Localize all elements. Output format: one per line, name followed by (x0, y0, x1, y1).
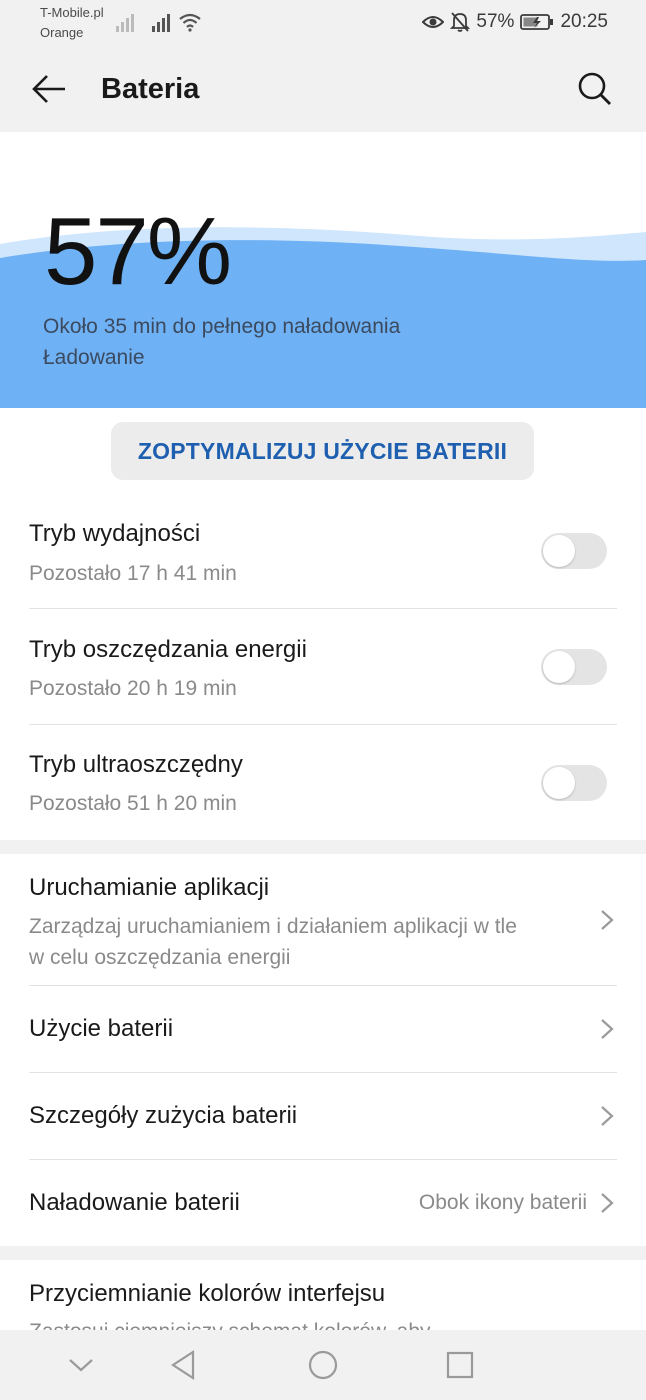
battery-charging-icon (520, 13, 554, 31)
search-icon (578, 72, 611, 105)
toggle-knob (543, 651, 575, 683)
hide-navbar-button[interactable] (64, 1348, 98, 1382)
square-recents-icon (446, 1351, 474, 1379)
battery-percentage-row[interactable]: Naładowanie baterii Obok ikony baterii (29, 1160, 617, 1246)
circle-home-icon (308, 1350, 338, 1380)
clock: 20:25 (560, 11, 608, 32)
page-title: Bateria (101, 73, 200, 105)
row-subtitle: Pozostało 51 h 20 min (29, 792, 237, 815)
app-launch-row[interactable]: Uruchamianie aplikacji Zarządzaj urucham… (29, 854, 617, 985)
dim-interface-colors-row[interactable]: Przyciemnianie kolorów interfejsu Zastos… (29, 1260, 617, 1330)
row-title: Tryb oszczędzania energii (29, 636, 307, 663)
chevron-right-icon (601, 1019, 614, 1039)
chevron-down-icon (69, 1359, 93, 1372)
ultra-saving-mode-toggle[interactable] (541, 765, 607, 801)
eye-comfort-icon (422, 13, 445, 31)
row-value: Obok ikony baterii (418, 1191, 587, 1214)
ultra-saving-mode-row[interactable]: Tryb ultraoszczędny Pozostało 51 h 20 mi… (29, 725, 617, 840)
toggle-knob (543, 767, 575, 799)
back-nav-button[interactable] (166, 1348, 200, 1382)
row-title: Przyciemnianie kolorów interfejsu (29, 1280, 386, 1307)
charging-status: Ładowanie (43, 346, 145, 369)
signal-weak-icon (116, 14, 134, 32)
row-title: Tryb wydajności (29, 520, 201, 547)
battery-consumption-details-row[interactable]: Szczegóły zużycia baterii (29, 1073, 617, 1159)
performance-mode-row[interactable]: Tryb wydajności Pozostało 17 h 41 min (29, 500, 617, 608)
wifi-icon (179, 13, 201, 32)
home-nav-button[interactable] (306, 1348, 340, 1382)
arrow-left-icon (32, 75, 65, 103)
battery-usage-row[interactable]: Użycie baterii (29, 986, 617, 1072)
row-title: Szczegóły zużycia baterii (29, 1102, 298, 1129)
recents-nav-button[interactable] (443, 1348, 477, 1382)
carrier-name-2: Orange (40, 25, 84, 40)
signal-strong-icon (152, 14, 170, 32)
row-title: Uruchamianie aplikacji (29, 874, 270, 901)
row-subtitle: Pozostało 20 h 19 min (29, 677, 237, 700)
row-title: Użycie baterii (29, 1015, 174, 1042)
chevron-right-icon (601, 1106, 614, 1126)
battery-percent: 57% (44, 198, 232, 305)
notifications-off-icon (450, 11, 471, 33)
battery-percent-status: 57% (476, 11, 515, 32)
toggle-knob (543, 535, 575, 567)
display-section: Przyciemnianie kolorów interfejsu Zastos… (0, 1260, 646, 1330)
row-title: Naładowanie baterii (29, 1189, 240, 1216)
optimize-battery-button[interactable]: ZOPTYMALIZUJ UŻYCIE BATERII (111, 422, 534, 480)
battery-level-panel: 57% Około 35 min do pełnego naładowania … (0, 132, 646, 408)
power-saving-mode-row[interactable]: Tryb oszczędzania energii Pozostało 20 h… (29, 609, 617, 724)
power-saving-mode-toggle[interactable] (541, 649, 607, 685)
battery-settings-section: Uruchamianie aplikacji Zarządzaj urucham… (0, 854, 646, 1246)
chevron-right-icon (601, 910, 614, 930)
row-subtitle: Pozostało 17 h 41 min (29, 562, 237, 585)
chevron-right-icon (601, 1193, 614, 1213)
charging-time-remaining: Około 35 min do pełnego naładowania (43, 315, 401, 338)
navigation-bar (0, 1330, 646, 1400)
carrier-name-1: T-Mobile.pl (40, 5, 104, 20)
optimize-area: ZOPTYMALIZUJ UŻYCIE BATERII (0, 408, 646, 500)
row-subtitle: Zastosuj ciemniejszy schemat kolorów, ab… (29, 1320, 431, 1330)
back-button[interactable] (28, 68, 70, 110)
app-bar: Bateria (0, 46, 646, 132)
row-subtitle-line1: Zarządzaj uruchamianiem i działaniem apl… (29, 915, 517, 938)
performance-mode-toggle[interactable] (541, 533, 607, 569)
status-bar: T-Mobile.pl Orange 57% 20:25 (0, 0, 646, 46)
search-button[interactable] (574, 68, 616, 110)
row-title: Tryb ultraoszczędny (29, 751, 243, 778)
power-modes-section: Tryb wydajności Pozostało 17 h 41 min Tr… (0, 500, 646, 840)
triangle-back-icon (170, 1349, 195, 1381)
row-subtitle-line2: w celu oszczędzania energii (29, 946, 291, 969)
